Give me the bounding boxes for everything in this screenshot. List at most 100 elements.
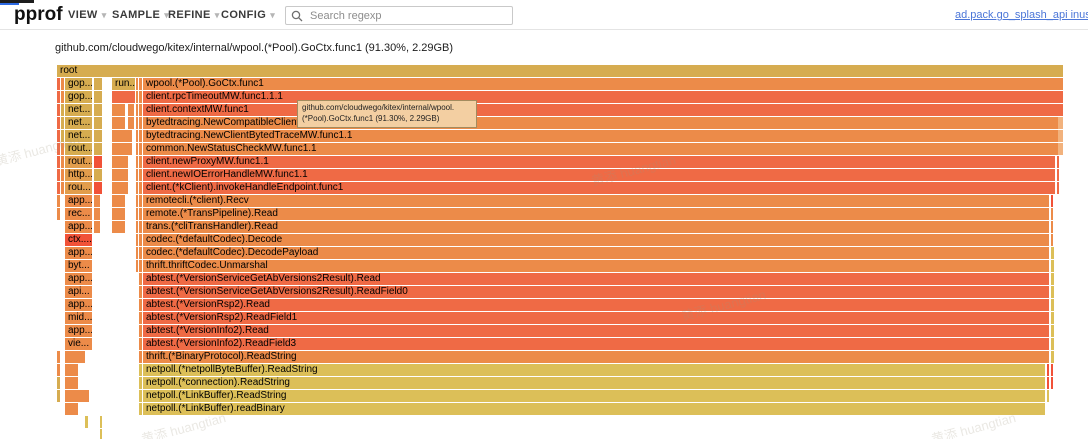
flame-frame[interactable]: thrift.thriftCodec.Unmarshal	[143, 260, 1049, 272]
flame-cell[interactable]	[94, 182, 102, 194]
flame-cell[interactable]	[61, 117, 64, 129]
flame-cell[interactable]	[57, 377, 60, 389]
flame-cell[interactable]	[139, 312, 142, 324]
flame-cell[interactable]	[139, 364, 142, 376]
flame-frame[interactable]: netpoll.(*LinkBuffer).ReadString	[143, 390, 1045, 402]
flame-cell[interactable]	[57, 182, 60, 194]
flame-cell[interactable]	[112, 130, 132, 142]
flame-cell[interactable]	[94, 78, 102, 90]
flame-frame[interactable]: client.rpcTimeoutMW.func1.1.1	[143, 91, 1063, 103]
flame-cell[interactable]	[94, 130, 102, 142]
flame-cell[interactable]: run...	[112, 78, 135, 90]
flame-cell[interactable]	[139, 169, 142, 181]
flame-cell[interactable]	[61, 169, 64, 181]
flame-cell[interactable]	[1057, 156, 1059, 168]
flame-cell[interactable]: rout...	[65, 143, 92, 155]
menu-config[interactable]: CONFIG▾	[221, 9, 275, 21]
flame-cell[interactable]	[139, 195, 142, 207]
flame-cell[interactable]	[94, 104, 102, 116]
flame-cell[interactable]	[57, 195, 60, 207]
flame-cell[interactable]	[1051, 208, 1053, 220]
flame-cell[interactable]	[61, 156, 64, 168]
flame-cell[interactable]	[61, 182, 64, 194]
menu-view[interactable]: VIEW▾	[68, 9, 107, 21]
flame-cell[interactable]	[1047, 364, 1049, 376]
flame-cell[interactable]: net...	[65, 117, 92, 129]
flame-cell[interactable]	[1051, 325, 1054, 337]
flame-root[interactable]: root	[57, 65, 1063, 77]
flame-cell[interactable]: app...	[65, 273, 92, 285]
flame-frame[interactable]: netpoll.(*connection).ReadString	[143, 377, 1045, 389]
flame-cell[interactable]	[1051, 299, 1054, 311]
flame-cell[interactable]: rou...	[65, 182, 92, 194]
flame-cell[interactable]	[139, 182, 142, 194]
flame-cell[interactable]	[1053, 182, 1055, 194]
flame-cell[interactable]	[65, 377, 78, 389]
flame-cell[interactable]: http...	[65, 169, 92, 181]
flame-cell[interactable]	[139, 130, 142, 142]
flame-cell[interactable]	[94, 156, 102, 168]
flame-cell[interactable]	[136, 195, 138, 207]
flame-frame[interactable]: client.newIOErrorHandleMW.func1.1	[143, 169, 1053, 181]
flame-cell[interactable]	[136, 247, 138, 259]
flame-cell[interactable]	[139, 403, 142, 415]
flame-cell[interactable]	[112, 104, 125, 116]
flame-frame[interactable]: abtest.(*VersionServiceGetAbVersions2Res…	[143, 273, 1049, 285]
menu-refine[interactable]: REFINE▾	[168, 9, 220, 21]
flame-cell[interactable]	[139, 390, 142, 402]
flame-cell[interactable]	[1051, 273, 1054, 285]
flame-cell[interactable]	[1058, 117, 1063, 129]
flame-cell[interactable]	[136, 156, 138, 168]
flame-cell[interactable]	[65, 364, 78, 376]
flame-cell[interactable]	[112, 143, 132, 155]
flame-frame[interactable]: abtest.(*VersionInfo2).Read	[143, 325, 1049, 337]
flame-cell[interactable]: gop...	[65, 91, 92, 103]
flame-cell[interactable]: net...	[65, 130, 92, 142]
flame-cell[interactable]	[139, 78, 142, 90]
flame-cell[interactable]	[1047, 390, 1049, 402]
flame-frame[interactable]: thrift.(*BinaryProtocol).ReadString	[143, 351, 1049, 363]
flame-cell[interactable]	[57, 390, 60, 402]
flame-cell[interactable]	[57, 156, 60, 168]
flame-cell[interactable]	[139, 143, 142, 155]
flame-cell[interactable]	[100, 429, 102, 439]
flame-frame[interactable]: client.newProxyMW.func1.1	[143, 156, 1053, 168]
flame-cell[interactable]	[65, 390, 89, 402]
flame-cell[interactable]	[128, 104, 134, 116]
flame-cell[interactable]	[139, 299, 142, 311]
flame-cell[interactable]	[57, 91, 60, 103]
flame-cell[interactable]	[1047, 377, 1049, 389]
flame-cell[interactable]	[136, 143, 138, 155]
flame-cell[interactable]	[94, 143, 102, 155]
flame-cell[interactable]: vie...	[65, 338, 92, 350]
flame-cell[interactable]	[139, 377, 142, 389]
flame-cell[interactable]	[128, 117, 134, 129]
flame-cell[interactable]	[112, 117, 125, 129]
flame-cell[interactable]	[139, 325, 142, 337]
flame-cell[interactable]	[94, 195, 100, 207]
profile-link[interactable]: ad.pack.go_splash_api inuse_sp	[955, 9, 1088, 21]
flame-frame[interactable]: bytedtracing.NewClientBytedTraceMW.func1…	[143, 130, 1058, 142]
flame-cell[interactable]	[136, 130, 138, 142]
flame-cell[interactable]	[1053, 169, 1055, 181]
flame-cell[interactable]	[139, 208, 142, 220]
flame-cell[interactable]	[139, 338, 142, 350]
flame-cell[interactable]	[139, 247, 142, 259]
search-input[interactable]	[308, 9, 507, 23]
flame-cell[interactable]	[65, 403, 78, 415]
flame-cell[interactable]	[112, 221, 125, 233]
flame-cell[interactable]	[112, 169, 128, 181]
flame-frame[interactable]: bytedtracing.NewCompatibleClientT	[143, 117, 1058, 129]
flame-cell[interactable]	[136, 117, 138, 129]
flame-cell[interactable]	[65, 351, 85, 363]
flame-cell[interactable]	[139, 91, 142, 103]
flame-cell[interactable]	[136, 78, 138, 90]
flame-cell[interactable]	[57, 143, 60, 155]
flame-cell[interactable]	[57, 117, 60, 129]
flame-frame[interactable]: abtest.(*VersionRsp2).ReadField1	[143, 312, 1049, 324]
flame-cell[interactable]	[139, 286, 142, 298]
flame-cell[interactable]	[57, 130, 60, 142]
flame-cell[interactable]	[1058, 143, 1063, 155]
flame-frame[interactable]: abtest.(*VersionInfo2).ReadField3	[143, 338, 1049, 350]
flame-cell[interactable]	[136, 221, 138, 233]
